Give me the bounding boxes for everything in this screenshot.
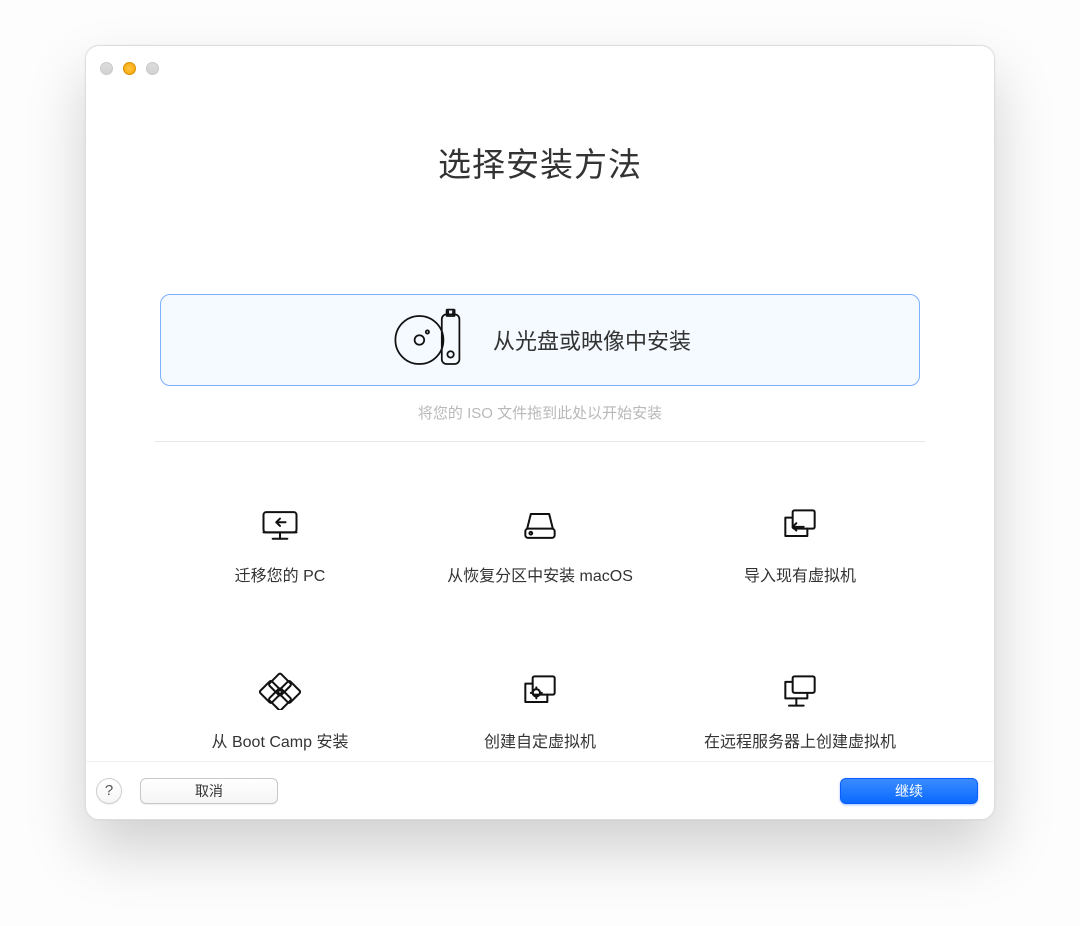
- custom-vm-icon: [518, 672, 562, 710]
- option-install-from-disc-image-label: 从光盘或映像中安装: [493, 324, 691, 356]
- bootcamp-icon: [258, 672, 302, 710]
- option-migrate-pc[interactable]: 迁移您的 PC: [227, 502, 334, 590]
- content-area: 选择安装方法 从光盘或映像中安装 将您的 ISO 文件拖到此处以开始安装: [86, 80, 994, 761]
- migrate-pc-icon: [258, 506, 302, 544]
- page-title: 选择安装方法: [438, 138, 642, 186]
- iso-drop-hint: 将您的 ISO 文件拖到此处以开始安装: [418, 402, 662, 423]
- option-install-from-disc-image[interactable]: 从光盘或映像中安装: [160, 294, 920, 386]
- option-remote-server-vm[interactable]: 在远程服务器上创建虚拟机: [696, 668, 904, 756]
- footer: ? 取消 继续: [86, 761, 994, 819]
- options-grid: 迁移您的 PC 从恢复分区中安装 macOS: [155, 502, 925, 756]
- option-bootcamp-install-label: 从 Boot Camp 安装: [212, 728, 349, 752]
- separator: [155, 441, 925, 442]
- hard-drive-icon: [518, 506, 562, 544]
- cancel-button[interactable]: 取消: [140, 778, 278, 804]
- option-migrate-pc-label: 迁移您的 PC: [235, 562, 326, 586]
- option-recovery-install-label: 从恢复分区中安装 macOS: [447, 562, 633, 586]
- disc-usb-icon: [389, 308, 469, 372]
- option-import-vm-label: 导入现有虚拟机: [744, 562, 856, 586]
- continue-button[interactable]: 继续: [840, 778, 978, 804]
- remote-server-icon: [778, 672, 822, 710]
- option-remote-server-vm-label: 在远程服务器上创建虚拟机: [704, 728, 896, 752]
- import-vm-icon: [778, 506, 822, 544]
- help-button[interactable]: ?: [96, 778, 122, 804]
- option-import-vm[interactable]: 导入现有虚拟机: [736, 502, 864, 590]
- option-create-custom-vm-label: 创建自定虚拟机: [484, 728, 596, 752]
- option-recovery-install[interactable]: 从恢复分区中安装 macOS: [439, 502, 641, 590]
- maximize-icon[interactable]: [146, 62, 159, 75]
- window-titlebar: [86, 46, 994, 80]
- close-icon[interactable]: [100, 62, 113, 75]
- option-create-custom-vm[interactable]: 创建自定虚拟机: [476, 668, 604, 756]
- minimize-icon[interactable]: [123, 62, 136, 75]
- option-bootcamp-install[interactable]: 从 Boot Camp 安装: [204, 668, 357, 756]
- install-method-window: 选择安装方法 从光盘或映像中安装 将您的 ISO 文件拖到此处以开始安装: [85, 45, 995, 820]
